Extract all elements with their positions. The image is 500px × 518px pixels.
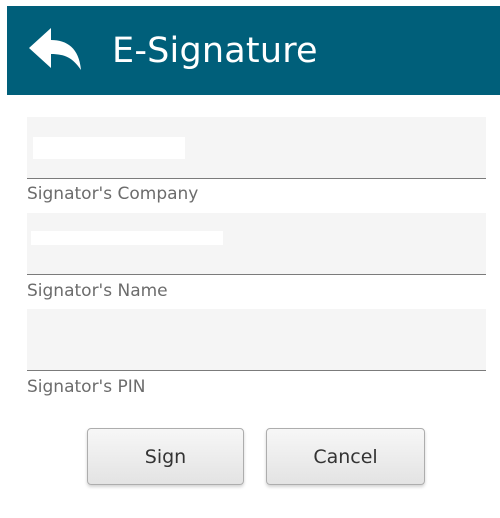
company-label: Signator's Company <box>27 184 199 204</box>
name-label: Signator's Name <box>27 281 168 301</box>
cancel-button[interactable]: Cancel <box>266 428 425 485</box>
company-field[interactable] <box>33 137 185 159</box>
name-field-container <box>27 213 486 275</box>
name-field[interactable] <box>31 231 223 245</box>
header-bar: E-Signature <box>7 6 500 95</box>
page-title: E-Signature <box>112 31 318 71</box>
company-field-container <box>27 117 486 179</box>
esignature-dialog: E-Signature Signator's Company Signator'… <box>0 0 500 518</box>
sign-button[interactable]: Sign <box>87 428 244 485</box>
pin-label: Signator's PIN <box>27 377 146 397</box>
pin-field[interactable] <box>27 309 486 370</box>
pin-field-container <box>27 309 486 371</box>
back-arrow-icon <box>29 28 81 70</box>
back-button[interactable] <box>27 26 83 74</box>
